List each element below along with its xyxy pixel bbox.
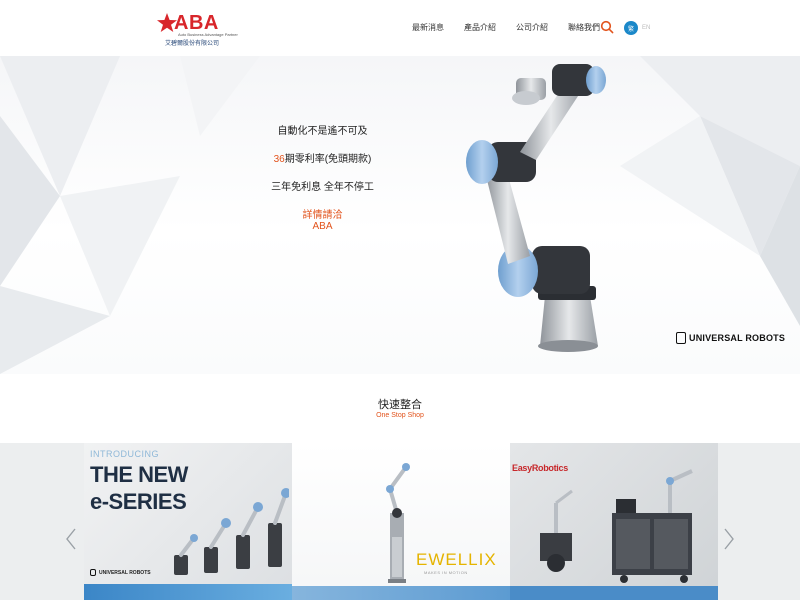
main-nav: 最新消息 產品介紹 公司介紹 聯絡我們: [412, 22, 620, 33]
nav-contact[interactable]: 聯絡我們: [568, 22, 600, 33]
easyrobotics-cart-image: [540, 469, 693, 583]
card1-intro: INTRODUCING: [90, 449, 159, 459]
carousel-card-easyrobotics[interactable]: EasyRobotics: [510, 443, 718, 600]
card2-slogan: MAKES IN MOTION: [424, 570, 468, 575]
hero-rate-number: 36: [273, 154, 285, 165]
chevron-left-icon[interactable]: [64, 527, 78, 551]
carousel-card-ur-eseries[interactable]: INTRODUCING THE NEW e-SERIES UNIVERSAL R…: [84, 443, 292, 600]
ur-logo-icon: [676, 332, 686, 344]
hero-line-2: 36期零利率(免頭期款): [230, 150, 415, 165]
logo-tagline: Auto Business Advantage Partner: [178, 32, 238, 37]
nav-about[interactable]: 公司介紹: [516, 22, 548, 33]
card1-brand-text: UNIVERSAL ROBOTS: [99, 569, 151, 576]
hero-contact-line-1[interactable]: 詳情請洽: [230, 206, 415, 221]
card2-brand: EWELLIX: [416, 550, 497, 569]
card2-stripe: [292, 586, 510, 600]
logo-company-name: 艾碧爾股份有限公司: [165, 41, 220, 47]
language-switcher: 繁 EN: [624, 21, 650, 35]
lang-zh-button[interactable]: 繁: [624, 21, 638, 35]
hero-rate-text: 期零利率(免頭期款): [284, 154, 372, 165]
ewellix-lift-image: [386, 463, 410, 583]
section-subtitle: One Stop Shop: [376, 412, 424, 419]
hero-banner: 自動化不是遙不可及 36期零利率(免頭期款) 三年免利息 全年不停工 詳情請洽 …: [0, 56, 800, 374]
lang-en-button[interactable]: EN: [642, 25, 650, 31]
universal-robots-badge: UNIVERSAL ROBOTS: [676, 332, 785, 344]
nav-products[interactable]: 產品介紹: [464, 22, 496, 33]
carousel-card-ewellix[interactable]: EWELLIX MAKES IN MOTION: [292, 443, 510, 600]
site-header: ABA Auto Business Advantage Partner 艾碧爾股…: [0, 0, 800, 56]
card1-stripe: [84, 584, 292, 600]
card3-stripe: [510, 586, 718, 600]
product-carousel: INTRODUCING THE NEW e-SERIES UNIVERSAL R…: [0, 443, 800, 600]
card1-brand: UNIVERSAL ROBOTS: [90, 569, 151, 576]
ur-logo-icon: [90, 569, 96, 576]
ur-badge-text: UNIVERSAL ROBOTS: [689, 333, 786, 343]
chevron-right-icon[interactable]: [722, 527, 736, 551]
robot-arm-image: [466, 64, 606, 352]
search-icon[interactable]: [600, 20, 614, 34]
hero-line-3: 三年免利息 全年不停工: [271, 182, 374, 193]
hero-line-1: 自動化不是遙不可及: [277, 126, 368, 137]
nav-news[interactable]: 最新消息: [412, 22, 444, 33]
hero-contact-line-2[interactable]: ABA: [230, 221, 415, 232]
aba-logo[interactable]: ABA Auto Business Advantage Partner 艾碧爾股…: [156, 12, 238, 47]
eseries-robots-image: [174, 488, 289, 575]
section-title: 快速整合: [378, 399, 422, 411]
